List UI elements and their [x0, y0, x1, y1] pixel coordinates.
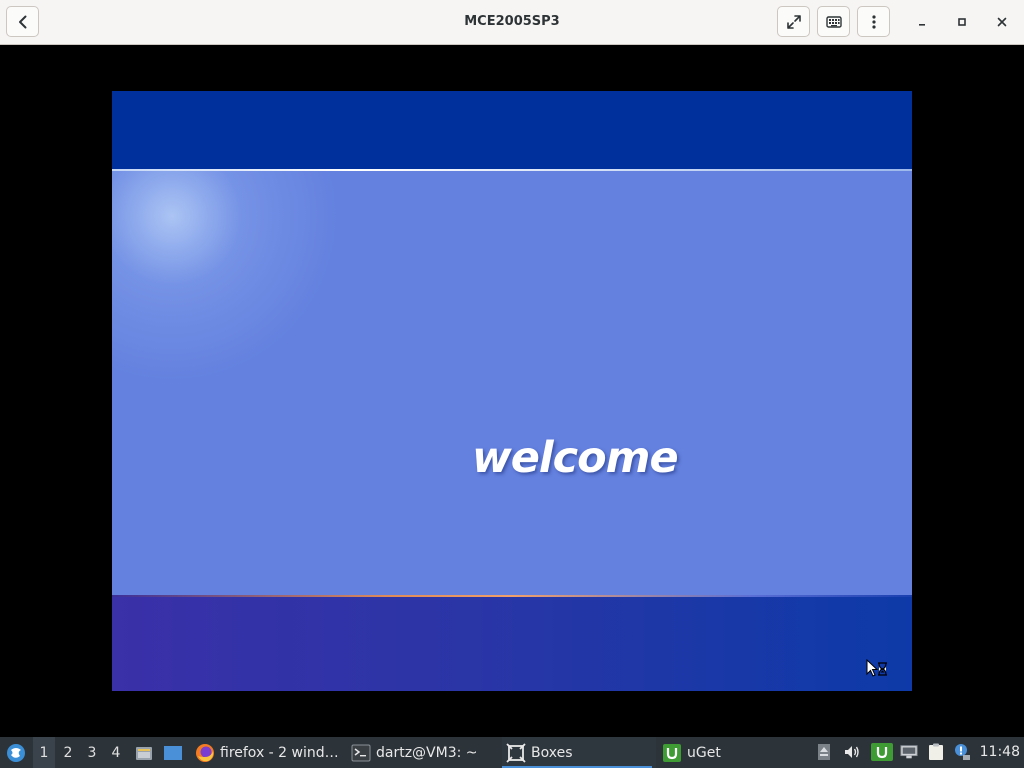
volume-icon [845, 746, 859, 758]
welcome-text: welcome [472, 433, 679, 483]
uget-tray[interactable] [871, 743, 893, 761]
workspace-label: 2 [63, 744, 73, 761]
keyboard-icon [825, 15, 842, 28]
minimize-button[interactable] [909, 9, 935, 35]
boxes-icon [506, 742, 526, 763]
task-boxes[interactable]: Boxes [502, 737, 656, 768]
workspace-label: 3 [87, 744, 97, 761]
fullscreen-button[interactable] [777, 6, 810, 37]
workspace-4[interactable]: 4 [105, 737, 127, 768]
eject-icon [818, 744, 830, 760]
taskbar: 1 2 3 4 firefox - 2 wind… dartz@VM3: ~ B… [0, 737, 1024, 768]
network-tray[interactable] [900, 743, 918, 761]
task-label: Boxes [531, 744, 573, 761]
removable-media-tray[interactable] [815, 743, 833, 761]
task-firefox[interactable]: firefox - 2 wind… [191, 737, 345, 768]
task-terminal[interactable]: dartz@VM3: ~ [347, 737, 501, 768]
welcome-top-band [112, 91, 912, 169]
vm-display[interactable]: welcome [112, 91, 912, 691]
welcome-bottom-band [112, 597, 912, 691]
clock[interactable]: 11:48 [980, 737, 1020, 768]
workspace-label: 4 [111, 744, 121, 761]
updates-tray[interactable] [953, 743, 971, 761]
back-button[interactable] [6, 6, 39, 37]
busy-cursor-icon [866, 659, 887, 677]
task-label: uGet [687, 744, 721, 761]
clipboard-icon [929, 743, 943, 760]
terminal-icon [351, 744, 371, 761]
menu-button[interactable] [857, 6, 890, 37]
file-manager-icon [136, 746, 152, 760]
minimize-icon [919, 24, 925, 26]
maximize-button[interactable] [949, 9, 975, 35]
start-menu-button[interactable] [3, 737, 29, 768]
uget-icon [663, 743, 681, 762]
show-desktop-button[interactable] [162, 737, 184, 768]
task-label: firefox - 2 wind… [220, 744, 339, 761]
header-bar: MCE2005SP3 [0, 0, 1024, 45]
close-icon [997, 17, 1007, 27]
task-uget[interactable]: uGet [658, 737, 802, 768]
firefox-icon [196, 743, 214, 762]
welcome-center-panel: welcome [112, 171, 912, 595]
clipboard-tray[interactable] [927, 743, 945, 761]
network-icon [900, 745, 918, 759]
task-label: dartz@VM3: ~ [376, 744, 478, 761]
workspace-label: 1 [39, 744, 49, 761]
close-button[interactable] [989, 9, 1015, 35]
update-notifier-icon [955, 744, 970, 760]
workspace-2[interactable]: 2 [57, 737, 79, 768]
volume-tray[interactable] [843, 743, 861, 761]
send-keys-button[interactable] [817, 6, 850, 37]
kebab-menu-icon [871, 14, 876, 29]
desktop-icon [164, 745, 182, 760]
workspace-1[interactable]: 1 [33, 737, 55, 768]
uget-tray-icon [871, 743, 893, 761]
maximize-icon [958, 18, 966, 26]
file-manager-launcher[interactable] [134, 737, 154, 768]
fullscreen-icon [786, 14, 801, 29]
chevron-left-icon [18, 15, 26, 28]
workspace-3[interactable]: 3 [81, 737, 103, 768]
app-menu-logo-icon [7, 743, 25, 762]
